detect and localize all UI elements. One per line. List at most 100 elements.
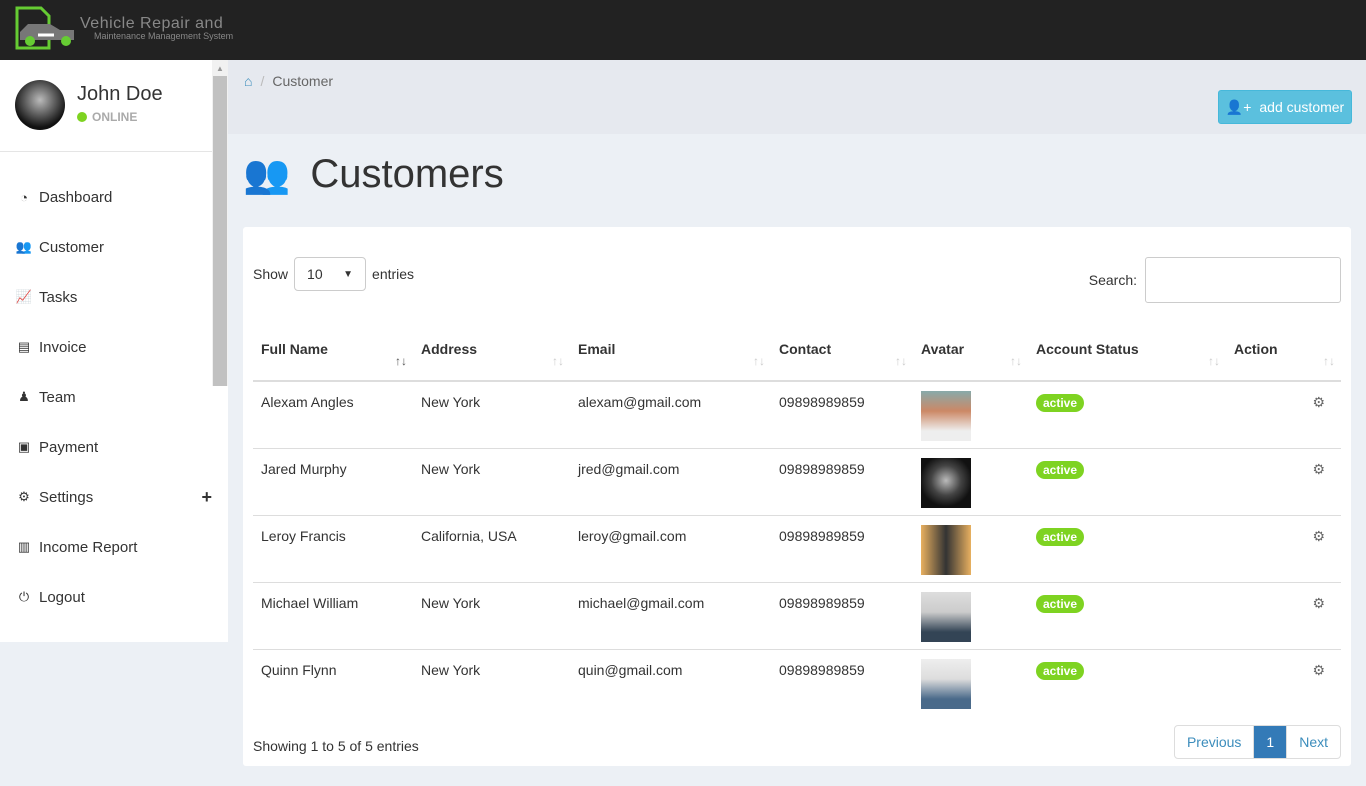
entries-value: 10 (307, 266, 323, 282)
sidebar-item-tasks[interactable]: 📈 Tasks (0, 272, 212, 322)
column-label: Avatar (921, 341, 965, 357)
column-header[interactable]: Action ↑↓ (1226, 323, 1341, 382)
sidebar-item-label: Logout (39, 588, 85, 606)
sort-icon: ↑↓ (895, 354, 907, 368)
action-cell: ⚙ (1226, 582, 1341, 650)
file-icon: ▤ (17, 339, 31, 354)
address-cell: California, USA (413, 515, 570, 583)
breadcrumb-separator: / (260, 73, 265, 89)
email-cell: leroy@gmail.com (570, 515, 771, 583)
users-icon: 👥 (15, 239, 33, 254)
money-icon: ▣ (17, 439, 31, 454)
sort-icon: ↑↓ (552, 354, 564, 368)
entries-label: entries (372, 266, 415, 282)
sidebar-item-payment[interactable]: ▣ Payment (0, 422, 212, 472)
next-button[interactable]: Next (1286, 726, 1340, 758)
entries-select[interactable]: 10 ▼ (294, 257, 367, 291)
table-row: Leroy Francis California, USA leroy@gmai… (253, 515, 1341, 583)
full-name-cell: Leroy Francis (253, 515, 413, 583)
full-name-cell: Quinn Flynn (261, 661, 337, 678)
previous-button[interactable]: Previous (1175, 726, 1253, 758)
sort-icon: ↑↓ (1323, 354, 1335, 368)
breadcrumb-current: Customer (272, 73, 334, 89)
avatar (921, 391, 971, 441)
column-header[interactable]: Avatar ↑↓ (913, 323, 1028, 382)
plus-icon[interactable]: + (201, 487, 212, 508)
sidebar-item-customer[interactable]: 👥 Customer (0, 222, 212, 272)
page-1-button[interactable]: 1 (1253, 726, 1287, 758)
sidebar-item-team[interactable]: ♟ Team (0, 372, 212, 422)
show-label: Show (253, 266, 289, 282)
customers-table: Full Name ↑↓ Address ↑↓ Email ↑↓ Contact ↑↓ Avat… (253, 323, 1341, 716)
sidebar-item-invoice[interactable]: ▤ Invoice (0, 322, 212, 372)
chevron-down-icon: ▼ (343, 268, 354, 280)
sidebar-item-income-report[interactable]: ▥ Income Report (0, 522, 212, 572)
user-panel: John Doe ONLINE (15, 80, 163, 130)
action-cell: ⚙ (1226, 515, 1341, 583)
gears-icon[interactable]: ⚙ (1312, 394, 1325, 411)
column-header[interactable]: Address ↑↓ (413, 323, 570, 382)
sidebar-item-settings[interactable]: ⚙ Settings + (0, 472, 212, 522)
avatar (921, 524, 971, 575)
line-chart-icon: 📈 (15, 289, 33, 304)
content-header: ⌂ / Customer 👤+ add customer (228, 60, 1366, 134)
logo[interactable]: Vehicle Repair and Maintenance Managemen… (14, 6, 233, 50)
column-header[interactable]: Full Name ↑↓ (253, 323, 413, 382)
avatar (921, 658, 971, 709)
sort-icon: ↑↓ (395, 354, 407, 368)
breadcrumb: ⌂ / Customer (244, 73, 333, 89)
gears-icon[interactable]: ⚙ (1312, 528, 1325, 545)
dashboard-icon: ◔ (20, 189, 28, 205)
action-cell: ⚙ (1226, 649, 1341, 716)
avatar (921, 591, 971, 642)
customers-table-panel: Show 10 ▼ entries Search: Full Name ↑↓ Addr… (243, 227, 1351, 766)
status-cell: active (1028, 381, 1226, 449)
users-icon: 👥 (243, 153, 291, 196)
email-cell: alexam@gmail.com (570, 381, 771, 449)
address-cell: New York (413, 381, 570, 449)
home-icon[interactable]: ⌂ (244, 73, 252, 89)
contact-cell: 09898989859 (771, 381, 913, 449)
status-cell: active (1028, 582, 1226, 650)
scroll-up-icon[interactable]: ▲ (216, 64, 224, 73)
column-header[interactable]: Email ↑↓ (570, 323, 771, 382)
pagination: Previous 1 Next (1173, 725, 1341, 759)
gears-icon[interactable]: ⚙ (1312, 461, 1325, 478)
divider (0, 151, 212, 152)
column-header[interactable]: Contact ↑↓ (771, 323, 913, 382)
sidebar-scrollbar[interactable]: ▲ (212, 60, 228, 386)
sidebar-item-label: Dashboard (39, 188, 113, 206)
sidebar-item-label: Tasks (39, 288, 78, 306)
sidebar-item-label: Team (39, 388, 76, 406)
table-row: Jared Murphy New York jred@gmail.com 098… (253, 448, 1341, 516)
full-name-cell: Michael William (253, 582, 413, 650)
contact-cell: 09898989859 (779, 661, 865, 678)
table-info: Showing 1 to 5 of 5 entries (253, 738, 419, 754)
email-cell: quin@gmail.com (578, 661, 683, 678)
online-dot-icon (77, 112, 87, 122)
search-control: Search: (1089, 257, 1341, 303)
gears-icon[interactable]: ⚙ (1312, 662, 1325, 679)
column-header[interactable]: Account Status ↑↓ (1028, 323, 1226, 382)
address-cell: New York (421, 661, 481, 678)
full-name-cell: Alexam Angles (253, 381, 413, 449)
add-customer-button[interactable]: 👤+ add customer (1218, 90, 1352, 124)
bar-chart-icon: ▥ (17, 539, 31, 554)
gears-icon[interactable]: ⚙ (1312, 595, 1325, 612)
avatar-cell (913, 448, 1028, 516)
sidebar-item-dashboard[interactable]: ◔ Dashboard (0, 172, 212, 222)
sort-icon: ↑↓ (1010, 354, 1022, 368)
status-badge: active (1036, 661, 1085, 680)
sidebar-item-label: Settings (39, 488, 94, 506)
power-icon: ⏻ (18, 589, 30, 604)
user-secret-icon: ♟ (18, 389, 30, 404)
full-name-cell: Jared Murphy (253, 448, 413, 516)
scrollbar-thumb[interactable] (213, 76, 227, 386)
sidebar-item-logout[interactable]: ⏻ Logout (0, 572, 212, 622)
logo-title: Vehicle Repair and (80, 14, 224, 32)
status-badge: active (1036, 394, 1085, 412)
search-input[interactable] (1145, 257, 1341, 303)
user-plus-icon: 👤+ (1225, 98, 1252, 115)
email-cell: jred@gmail.com (570, 448, 771, 516)
avatar-cell (913, 582, 1028, 650)
